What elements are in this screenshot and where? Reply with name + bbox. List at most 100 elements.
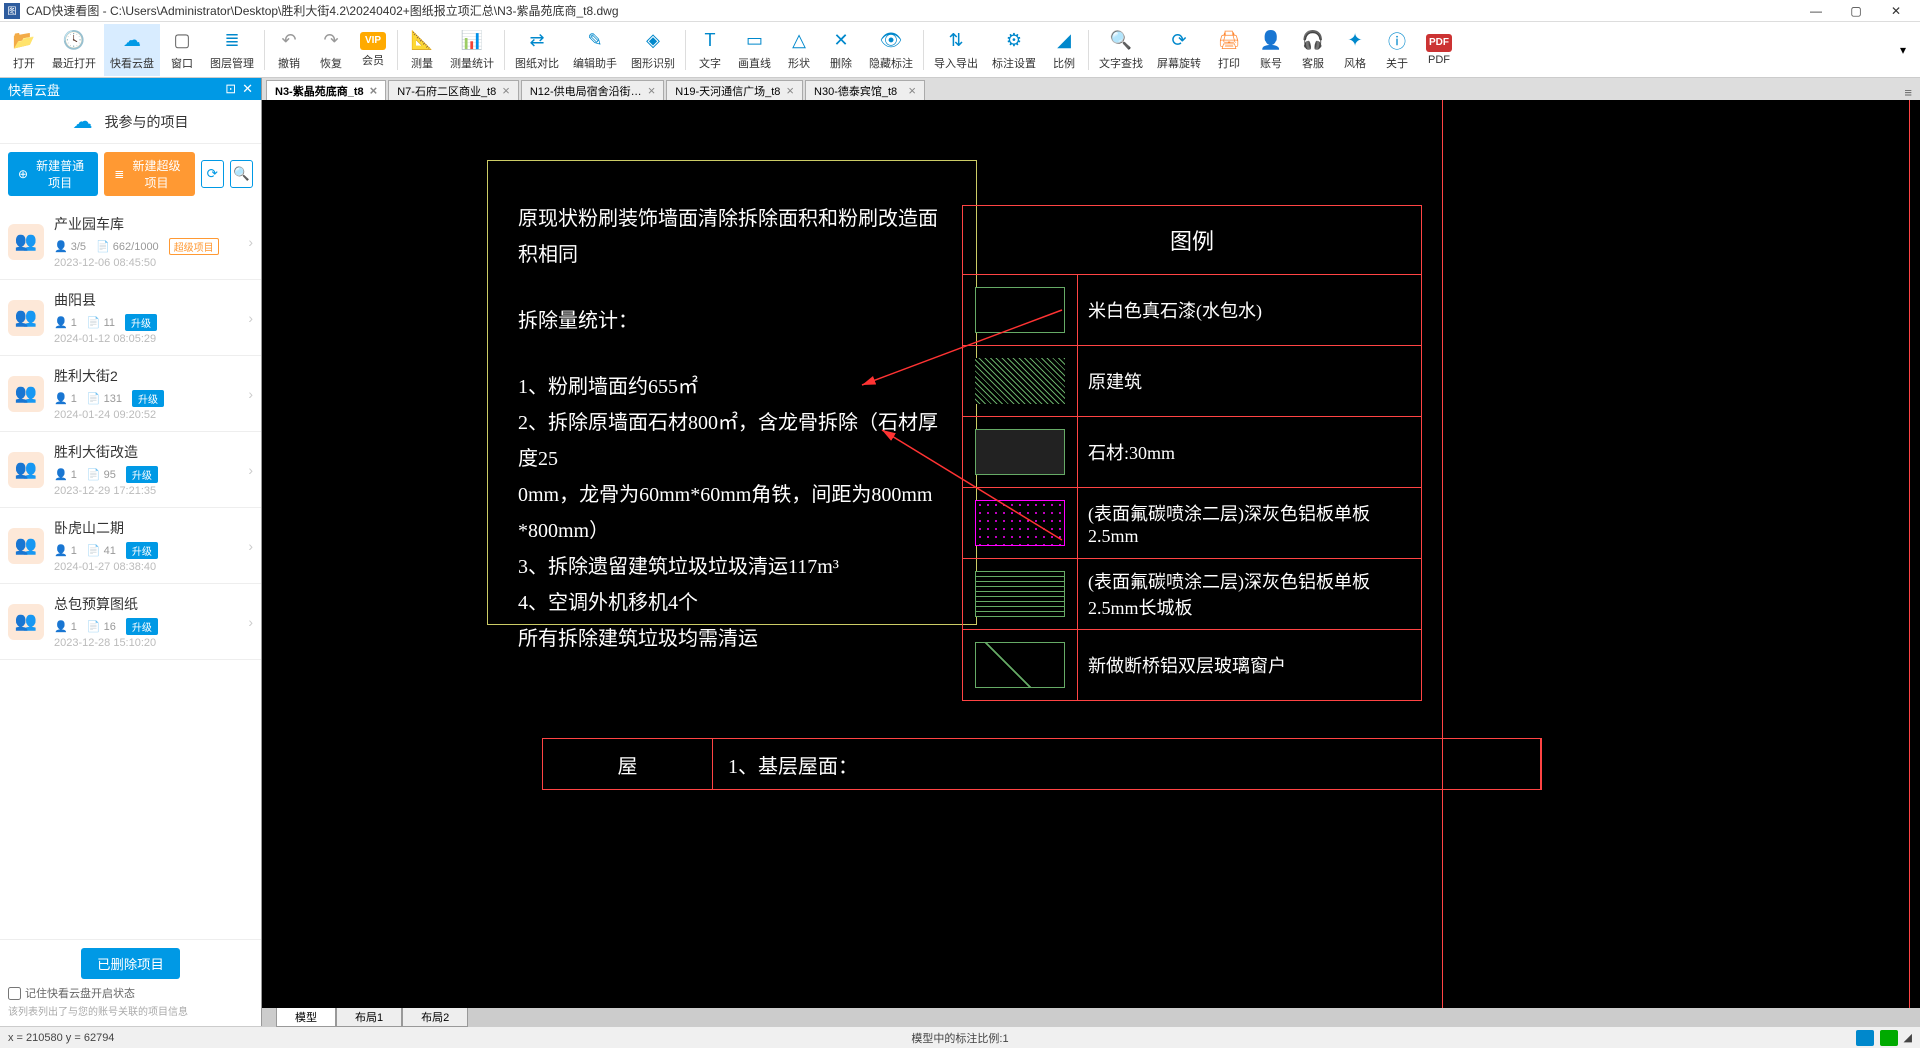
tab-close-icon[interactable]: × (502, 83, 510, 98)
deleted-projects-button[interactable]: 已删除项目 (81, 948, 180, 979)
upgrade-badge[interactable]: 升级 (126, 542, 158, 559)
cad-canvas[interactable]: 原现状粉刷装饰墙面清除拆除面积和粉刷改造面积相同 拆除量统计： 1、粉刷墙面约6… (262, 100, 1920, 1008)
toolbar-icon: ⇅ (944, 29, 968, 53)
toolbar-编辑助手[interactable]: ✎编辑助手 (567, 24, 623, 76)
toolbar-会员[interactable]: VIP会员 (353, 24, 393, 76)
project-name: 胜利大街改造 (54, 442, 238, 462)
toolbar-label: 图层管理 (210, 55, 254, 71)
close-button[interactable]: ✕ (1876, 1, 1916, 21)
tab-close-icon[interactable]: × (370, 83, 378, 98)
project-name: 产业园车库 (54, 214, 238, 234)
toolbar-打印[interactable]: 🖨打印 (1209, 24, 1249, 76)
toolbar-图形识别[interactable]: ◈图形识别 (625, 24, 681, 76)
toolbar-撤销[interactable]: ↶撤销 (269, 24, 309, 76)
toolbar-账号[interactable]: 👤账号 (1251, 24, 1291, 76)
toolbar-快看云盘[interactable]: ☁快看云盘 (104, 24, 160, 76)
toolbar-标注设置[interactable]: ⚙标注设置 (986, 24, 1042, 76)
toolbar-删除[interactable]: ✕删除 (821, 24, 861, 76)
tab-close-icon[interactable]: × (786, 83, 794, 98)
upgrade-badge[interactable]: 升级 (125, 314, 157, 331)
project-item[interactable]: 👥 产业园车库 👤 3/5📄 662/1000 超级项目 2023-12-06 … (0, 204, 261, 280)
toolbar-形状[interactable]: △形状 (779, 24, 819, 76)
new-normal-project-button[interactable]: ⊕ 新建普通项目 (8, 152, 98, 196)
project-item[interactable]: 👥 总包预算图纸 👤 1📄 16 升级 2023-12-28 15:10:20 … (0, 584, 261, 660)
toolbar-导入导出[interactable]: ⇅导入导出 (928, 24, 984, 76)
document-tab[interactable]: N3-紫晶苑底商_t8× (266, 80, 386, 100)
toolbar-文字查找[interactable]: 🔍文字查找 (1093, 24, 1149, 76)
toolbar-打开[interactable]: 📂打开 (4, 24, 44, 76)
maximize-button[interactable]: ▢ (1836, 1, 1876, 21)
toolbar-文字[interactable]: T文字 (690, 24, 730, 76)
panel-title: 快看云盘 (8, 80, 60, 99)
toolbar-menu-icon[interactable]: ▾ (1890, 43, 1916, 57)
minimize-button[interactable]: — (1796, 1, 1836, 21)
toolbar-label: 窗口 (171, 55, 193, 71)
project-date: 2024-01-27 08:38:40 (54, 561, 238, 573)
document-tab[interactable]: N30-德泰宾馆_t8× (805, 80, 925, 100)
chevron-right-icon: › (248, 386, 253, 402)
project-meta: 👤 1📄 11 升级 (54, 314, 238, 331)
project-item[interactable]: 👥 胜利大街2 👤 1📄 131 升级 2024-01-24 09:20:52 … (0, 356, 261, 432)
upgrade-badge[interactable]: 升级 (126, 466, 158, 483)
document-tab[interactable]: N7-石府二区商业_t8× (388, 80, 519, 100)
toolbar-label: 恢复 (320, 55, 342, 71)
panel-footer: 已删除项目 记住快看云盘开启状态 该列表列出了与您的账号关联的项目信息 (0, 939, 261, 1026)
toolbar-label: 图纸对比 (515, 55, 559, 71)
toolbar-最近打开[interactable]: 🕓最近打开 (46, 24, 102, 76)
toolbar-隐藏标注[interactable]: 👁隐藏标注 (863, 24, 919, 76)
toolbar-label: 文字查找 (1099, 55, 1143, 71)
document-tab[interactable]: N12-供电局宿舍沿街…× (521, 80, 664, 100)
status-button[interactable] (1880, 1030, 1898, 1046)
search-button[interactable]: 🔍 (230, 160, 253, 188)
toolbar-图层管理[interactable]: ≣图层管理 (204, 24, 260, 76)
project-name: 曲阳县 (54, 290, 238, 310)
new-super-project-button[interactable]: ≣ 新建超级项目 (104, 152, 194, 196)
toolbar-恢复[interactable]: ↷恢复 (311, 24, 351, 76)
legend-row: 原建筑 (963, 345, 1421, 416)
toolbar-比例[interactable]: ◢比例 (1044, 24, 1084, 76)
remember-state-checkbox[interactable]: 记住快看云盘开启状态 (8, 985, 253, 1001)
tabs-menu-icon[interactable]: ≡ (1904, 85, 1920, 100)
panel-close-icon[interactable]: ✕ (242, 81, 253, 97)
refresh-button[interactable]: ⟳ (201, 160, 224, 188)
toolbar-画直线[interactable]: ▭画直线 (732, 24, 777, 76)
toolbar-关于[interactable]: ⓘ关于 (1377, 24, 1417, 76)
toolbar-图纸对比[interactable]: ⇄图纸对比 (509, 24, 565, 76)
toolbar-风格[interactable]: ✦风格 (1335, 24, 1375, 76)
project-item[interactable]: 👥 胜利大街改造 👤 1📄 95 升级 2023-12-29 17:21:35 … (0, 432, 261, 508)
toolbar-label: 标注设置 (992, 55, 1036, 71)
chevron-right-icon: › (248, 462, 253, 478)
cad-text-line: *800mm） (518, 513, 946, 549)
layout-tab[interactable]: 布局1 (336, 1007, 402, 1027)
legend-swatch (975, 571, 1065, 617)
pin-icon[interactable]: ⊡ (225, 81, 236, 97)
layout-tab[interactable]: 模型 (276, 1007, 336, 1027)
toolbar-屏幕旋转[interactable]: ⟳屏幕旋转 (1151, 24, 1207, 76)
toolbar-label: 撤销 (278, 55, 300, 71)
project-item[interactable]: 👥 卧虎山二期 👤 1📄 41 升级 2024-01-27 08:38:40 › (0, 508, 261, 584)
toolbar-窗口[interactable]: ▢窗口 (162, 24, 202, 76)
toolbar-icon: ▭ (743, 29, 767, 53)
toolbar-客服[interactable]: 🎧客服 (1293, 24, 1333, 76)
cad-text-line: 3、拆除遗留建筑垃圾垃圾清运117m³ (518, 549, 946, 585)
upgrade-badge[interactable]: 升级 (132, 390, 164, 407)
status-right: ◢ (1856, 1030, 1912, 1046)
tab-close-icon[interactable]: × (648, 83, 656, 98)
toolbar-icon: 🕓 (62, 29, 86, 53)
project-date: 2023-12-06 08:45:50 (54, 257, 238, 269)
legend-swatch (975, 358, 1065, 404)
layout-tab[interactable]: 布局2 (402, 1007, 468, 1027)
legend-row: 石材:30mm (963, 416, 1421, 487)
toolbar-icon: ✦ (1343, 29, 1367, 53)
chevron-right-icon: › (248, 310, 253, 326)
toolbar-测量[interactable]: 📐测量 (402, 24, 442, 76)
toolbar-测量统计[interactable]: 📊测量统计 (444, 24, 500, 76)
project-item[interactable]: 👥 曲阳县 👤 1📄 11 升级 2024-01-12 08:05:29 › (0, 280, 261, 356)
toolbar-PDF[interactable]: PDFPDF (1419, 24, 1459, 76)
tab-close-icon[interactable]: × (908, 83, 916, 98)
upgrade-badge[interactable]: 升级 (126, 618, 158, 635)
toolbar-icon: 🎧 (1301, 29, 1325, 53)
status-button[interactable] (1856, 1030, 1874, 1046)
document-tab[interactable]: N19-天河通信广场_t8× (666, 80, 803, 100)
main-toolbar: 📂打开🕓最近打开☁快看云盘▢窗口≣图层管理↶撤销↷恢复VIP会员📐测量📊测量统计… (0, 22, 1920, 78)
